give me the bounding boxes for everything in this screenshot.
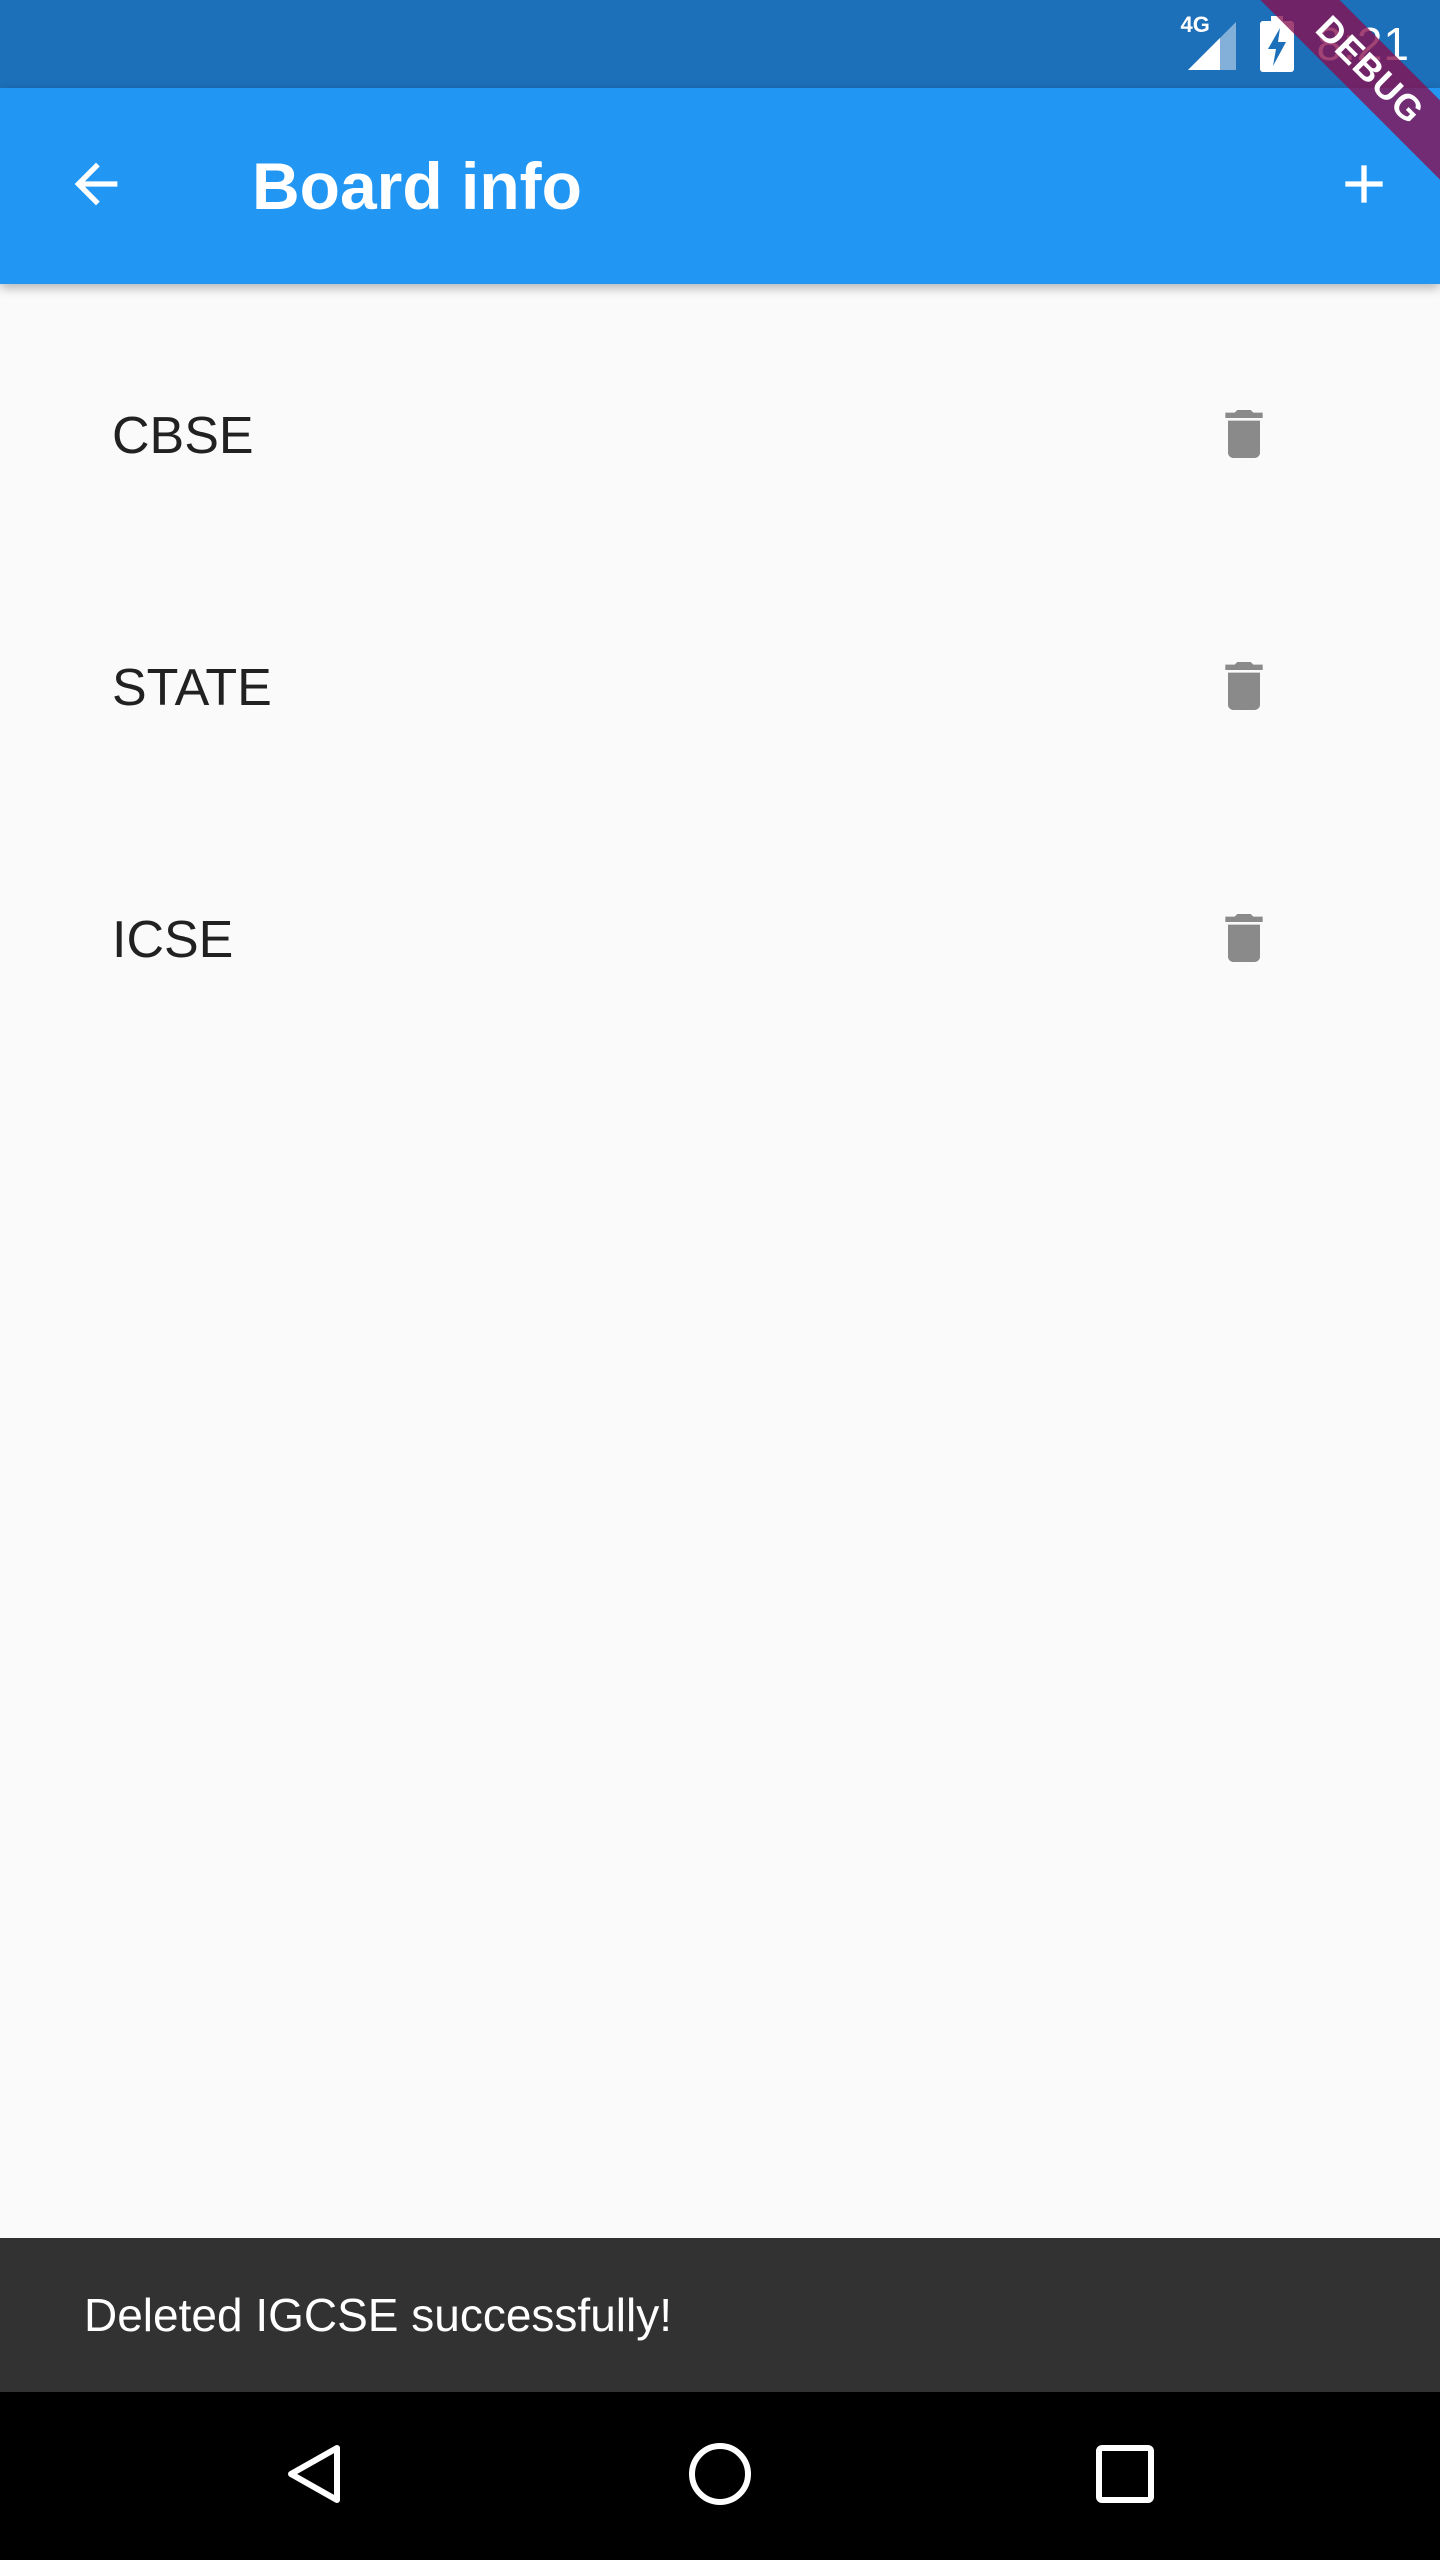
delete-button[interactable] <box>1196 388 1292 484</box>
app-bar: Board info <box>0 88 1440 284</box>
nav-home-button[interactable] <box>670 2426 770 2526</box>
nav-back-icon <box>283 2442 347 2511</box>
nav-recents-icon <box>1095 2444 1155 2509</box>
trash-icon <box>1212 906 1276 975</box>
snackbar-message: Deleted IGCSE successfully! <box>84 2289 673 2341</box>
system-nav-bar <box>0 2392 1440 2560</box>
nav-back-button[interactable] <box>265 2426 365 2526</box>
add-board-button[interactable] <box>1316 138 1412 234</box>
status-bar: 4G 8:21 <box>0 0 1440 88</box>
back-button[interactable] <box>48 138 144 234</box>
board-name: STATE <box>112 659 272 717</box>
board-name: ICSE <box>112 911 234 969</box>
delete-button[interactable] <box>1196 892 1292 988</box>
network-type-label: 4G <box>1180 12 1210 37</box>
arrow-back-icon <box>64 152 128 221</box>
signal-4g-icon: 4G <box>1180 12 1238 72</box>
board-list: CBSE STATE ICSE <box>0 310 1440 1066</box>
nav-recents-button[interactable] <box>1075 2426 1175 2526</box>
trash-icon <box>1212 402 1276 471</box>
board-name: CBSE <box>112 407 254 465</box>
snackbar: Deleted IGCSE successfully! <box>0 2238 1440 2392</box>
trash-icon <box>1212 654 1276 723</box>
list-item[interactable]: CBSE <box>0 310 1440 562</box>
page-title: Board info <box>252 149 582 223</box>
list-item[interactable]: STATE <box>0 562 1440 814</box>
nav-home-icon <box>687 2441 753 2512</box>
list-item[interactable]: ICSE <box>0 814 1440 1066</box>
add-icon <box>1332 152 1396 221</box>
delete-button[interactable] <box>1196 640 1292 736</box>
